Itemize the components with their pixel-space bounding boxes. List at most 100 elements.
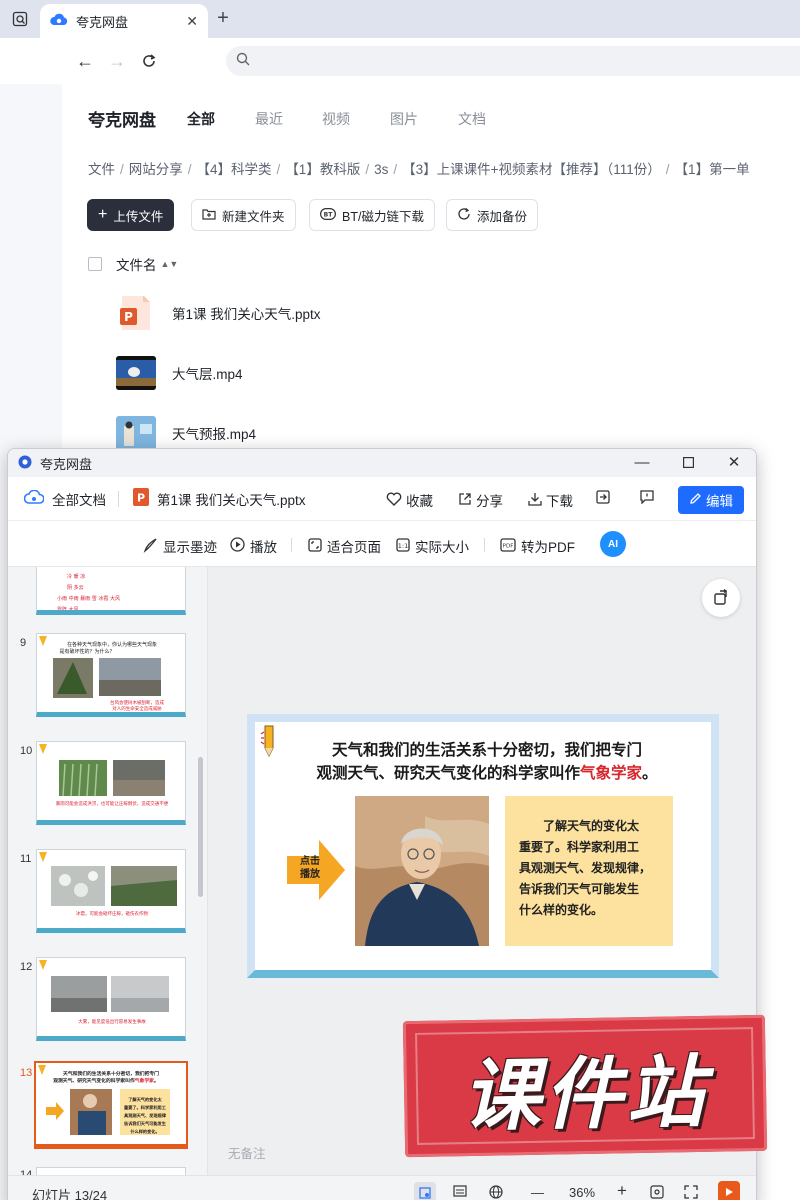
download-label: 下载 [546, 494, 573, 509]
minimize-icon[interactable]: — [632, 453, 652, 473]
show-ink-button[interactable]: 显示墨迹 [142, 536, 217, 556]
fit-page-button[interactable]: 适合页面 [308, 536, 381, 556]
actual-size-button[interactable]: 1:1 实际大小 [396, 536, 469, 556]
add-backup-button[interactable]: 添加备份 [446, 199, 539, 231]
svg-text:阴 多云: 阴 多云 [67, 584, 84, 591]
file-row[interactable]: 大气层.mp4 [116, 351, 716, 395]
tab-all[interactable]: 全部 [187, 109, 215, 129]
globe-icon[interactable] [489, 1185, 503, 1200]
slide-thumbnail[interactable] [36, 1167, 186, 1175]
thumbnail-scrollbar[interactable] [198, 757, 203, 897]
slide-thumbnail-pane[interactable]: 冷 暖 凉阴 多云 小雨 中雨 暴雨 雪 冰雹 大风 雷阵 大风 9 在各种天气现象… [8, 567, 208, 1175]
text-box-line: 具观测天气、发现规律， [519, 861, 652, 875]
breadcrumb-item[interactable]: 网站分享 [129, 162, 183, 177]
window-title: 夸克网盘 [40, 456, 93, 472]
normal-view-icon[interactable] [414, 1182, 436, 1200]
tab-search-icon[interactable] [8, 8, 32, 30]
status-bar: 幻灯片 13/24 — 36% + [8, 1175, 756, 1200]
zoom-in-button[interactable]: + [617, 1181, 627, 1200]
pptx-doc-icon: P [133, 488, 149, 509]
address-bar[interactable] [226, 46, 800, 76]
text-box-line: 什么样的变化。 [519, 903, 604, 917]
svg-text:什么样的变化。: 什么样的变化。 [130, 1128, 159, 1135]
file-list-header: 文件名 ▲▼ [88, 254, 178, 274]
edit-label: 编辑 [706, 494, 733, 509]
svg-text:雷阵 大风: 雷阵 大风 [57, 606, 79, 612]
tab-recent[interactable]: 最近 [255, 109, 283, 129]
file-row[interactable]: P 第1课 我们关心天气.pptx [116, 291, 716, 335]
svg-text:台风会使树木被刮断，造成: 台风会使树木被刮断，造成 [110, 699, 164, 706]
breadcrumb-item[interactable]: 【1】教科版 [285, 162, 360, 177]
zoom-out-button[interactable]: — [531, 1185, 544, 1200]
favorite-button[interactable]: 收藏 [386, 490, 433, 510]
new-folder-button[interactable]: 新建文件夹 [191, 199, 296, 231]
breadcrumb-item[interactable]: 3s [374, 162, 388, 177]
sort-icon[interactable]: ▲▼ [161, 259, 179, 269]
all-docs-link[interactable]: 全部文档 [52, 489, 106, 509]
video-thumbnail [116, 416, 156, 450]
folder-plus-icon [202, 208, 216, 223]
download-button[interactable]: 下载 [528, 490, 573, 510]
export-icon[interactable] [596, 490, 610, 504]
close-icon[interactable]: ✕ [724, 453, 744, 473]
slide-thumbnail[interactable]: 在各种天气现象中，你认为哪些天气现象 是有破坏性的？为什么？ 台风会使树木被刮断，造… [36, 633, 186, 717]
slide-thumbnail[interactable]: 暴雨可能会造成洪涝，也可能让庄稼倒伏，造成交通不便 [36, 741, 186, 825]
select-all-checkbox[interactable] [88, 257, 102, 271]
maximize-icon[interactable] [678, 453, 698, 473]
current-slide: 天气和我们的生活关系十分密切，我们把专门 观测天气、研究天气变化的科学家叫作气象… [247, 714, 719, 978]
ink-icon [142, 537, 158, 556]
reload-icon[interactable] [138, 50, 160, 72]
bt-download-button[interactable]: BT BT/磁力链下载 [309, 199, 435, 231]
rotate-icon[interactable] [702, 579, 740, 617]
svg-text:具观测天气、发现规律: 具观测天气、发现规律 [124, 1112, 167, 1119]
site-brand: 夸克网盘 [88, 111, 156, 130]
fit-screen-icon[interactable] [650, 1185, 664, 1200]
file-name: 天气预报.mp4 [172, 427, 257, 442]
forward-arrow-icon[interactable]: → [106, 50, 128, 72]
slideshow-play-icon[interactable] [718, 1181, 740, 1200]
tab-images[interactable]: 图片 [390, 109, 418, 129]
text-box-line: 告诉我们天气可能发生 [519, 882, 640, 896]
bt-download-label: BT/磁力链下载 [342, 209, 424, 224]
play-arrow-label: 点击 播放 [295, 855, 325, 881]
play-button[interactable]: 播放 [230, 536, 277, 556]
slide-thumbnail[interactable]: 冰雹，可能会砸坏庄稼，砸伤农作物 [36, 849, 186, 933]
convert-pdf-button[interactable]: PDF 转为PDF [500, 536, 575, 556]
tab-docs[interactable]: 文档 [458, 109, 486, 129]
pdf-icon: PDF [500, 537, 516, 555]
slide-thumbnail-active[interactable]: 天气和我们的生活关系十分密切，我们把专门 观测天气、研究天气变化的科学家叫作气象学… [34, 1061, 188, 1149]
browser-tab[interactable]: 夸克网盘 ✕ [40, 4, 208, 38]
heart-icon [386, 492, 402, 509]
slide-notes[interactable]: 无备注 [228, 1143, 266, 1162]
comment-icon[interactable] [640, 490, 654, 504]
grid-view-icon[interactable] [453, 1185, 467, 1200]
breadcrumb-item[interactable]: 【1】第一单 [675, 162, 750, 177]
slide-title-line1: 天气和我们的生活关系十分密切，我们把专门 [331, 740, 642, 759]
new-folder-label: 新建文件夹 [222, 209, 285, 224]
zoom-level: 36% [569, 1185, 596, 1200]
slide-thumbnail[interactable]: 大雾，能见度低出行容易发生事故 [36, 957, 186, 1041]
breadcrumb-item[interactable]: 【3】上课课件+视频素材【推荐】（111份） [402, 162, 661, 177]
divider [484, 538, 485, 552]
share-label: 分享 [476, 494, 503, 509]
play-icon [230, 537, 245, 555]
svg-text:重要了。科学家利用工: 重要了。科学家利用工 [124, 1104, 167, 1111]
breadcrumb-item[interactable]: 【4】科学类 [197, 162, 272, 177]
svg-text:小雨 中雨 暴雨 雪 冰雹 大风: 小雨 中雨 暴雨 雪 冰雹 大风 [57, 595, 120, 602]
fullscreen-icon[interactable] [684, 1185, 698, 1200]
slide-number: 12 [20, 961, 33, 973]
divider [291, 538, 292, 552]
upload-button[interactable]: + 上传文件 [87, 199, 175, 231]
ai-assistant-button[interactable]: AI [600, 531, 626, 557]
new-tab-button[interactable]: + [212, 6, 234, 30]
text-box-line: 了解天气的变化太 [543, 819, 640, 833]
column-filename[interactable]: 文件名 [116, 254, 157, 274]
slide-thumbnail[interactable]: 冷 暖 凉阴 多云 小雨 中雨 暴雨 雪 冰雹 大风 雷阵 大风 [36, 567, 186, 615]
tab-close-icon[interactable]: ✕ [186, 13, 198, 30]
back-arrow-icon[interactable]: ← [74, 50, 96, 72]
svg-text:BT: BT [324, 211, 334, 218]
edit-button[interactable]: 编辑 [678, 486, 744, 514]
share-button[interactable]: 分享 [458, 490, 503, 510]
breadcrumb-item[interactable]: 文件 [88, 162, 115, 177]
tab-video[interactable]: 视频 [322, 109, 350, 129]
